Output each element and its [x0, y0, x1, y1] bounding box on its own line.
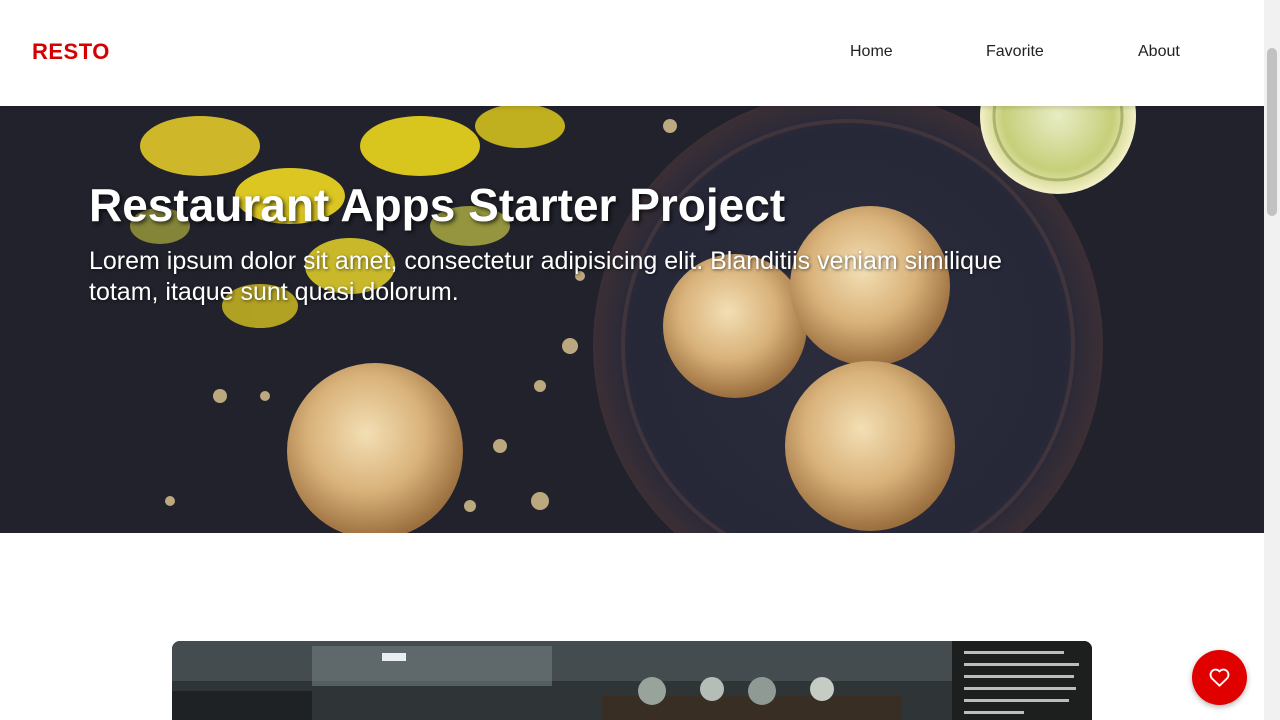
restaurant-card-image[interactable] — [172, 641, 1092, 720]
hero-section: Restaurant Apps Starter Project Lorem ip… — [0, 106, 1264, 533]
scrollbar-thumb[interactable] — [1267, 48, 1277, 216]
nav-link-about[interactable]: About — [1138, 40, 1180, 64]
nav-link-home[interactable]: Home — [850, 40, 893, 64]
hero-tagline: Lorem ipsum dolor sit amet, consectetur … — [89, 247, 1002, 306]
heart-icon — [1209, 668, 1230, 687]
nav-link-favorite[interactable]: Favorite — [986, 40, 1044, 64]
main-nav: Home Favorite About — [0, 40, 1264, 64]
page-scrollbar[interactable] — [1264, 0, 1280, 720]
page: RESTO Home Favorite About Restaurant App… — [0, 0, 1264, 720]
app-header: RESTO Home Favorite About — [0, 0, 1264, 106]
restaurant-photo — [172, 641, 1092, 720]
favorite-fab-button[interactable] — [1192, 650, 1247, 705]
hero-image — [0, 106, 1264, 533]
hero-title: Restaurant Apps Starter Project — [89, 179, 786, 231]
